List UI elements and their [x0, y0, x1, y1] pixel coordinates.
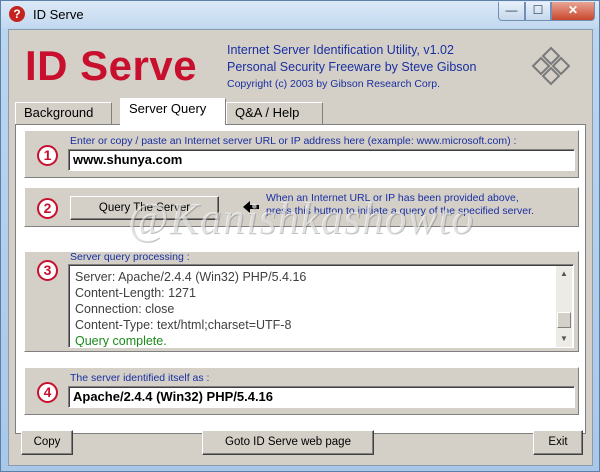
server-identity-field[interactable]: Apache/2.4.4 (Win32) PHP/5.4.16: [68, 386, 575, 408]
app-icon[interactable]: ?: [9, 6, 25, 22]
left-arrow-icon: [243, 201, 259, 213]
output-line: Server: Apache/2.4.4 (Win32) PHP/5.4.16: [75, 270, 307, 284]
url-input[interactable]: www.shunya.com: [68, 149, 575, 171]
title-bar[interactable]: ? ID Serve — ☐ ✕: [1, 1, 599, 28]
output-line: Content-Length: 1271: [75, 286, 196, 300]
tab-qa-help[interactable]: Q&A / Help: [226, 102, 323, 124]
exit-button[interactable]: Exit: [533, 430, 583, 455]
output-scrollbar[interactable]: ▲ ▼: [556, 266, 572, 347]
tab-strip: Background Server Query Q&A / Help: [9, 98, 592, 125]
maximize-button[interactable]: ☐: [525, 2, 551, 21]
server-query-panel: 1 Enter or copy / paste an Internet serv…: [15, 124, 586, 434]
minimize-button[interactable]: —: [498, 2, 525, 21]
grc-logo-icon: [531, 46, 571, 86]
client-area: ID Serve Internet Server Identification …: [8, 29, 593, 466]
step3-number: 3: [37, 260, 58, 281]
step1-label: Enter or copy / paste an Internet server…: [70, 135, 517, 147]
query-hint: When an Internet URL or IP has been prov…: [266, 192, 534, 218]
step4-number: 4: [37, 382, 58, 403]
step3-section: 3 Server query processing : Server: Apac…: [24, 251, 579, 352]
step1-number: 1: [37, 145, 58, 166]
query-server-button[interactable]: Query The Server: [70, 196, 219, 220]
scroll-thumb[interactable]: [557, 312, 571, 328]
query-status: Query complete.: [75, 334, 167, 348]
step1-section: 1 Enter or copy / paste an Internet serv…: [24, 130, 579, 178]
query-output-textarea[interactable]: Server: Apache/2.4.4 (Win32) PHP/5.4.16 …: [68, 264, 574, 348]
tab-server-query[interactable]: Server Query: [120, 98, 226, 125]
step3-label: Server query processing :: [70, 251, 190, 263]
query-hint-line2: press this button to initiate a query of…: [266, 205, 534, 217]
step2-section: 2 Query The Server When an Internet URL …: [24, 187, 579, 227]
goto-web-page-button[interactable]: Goto ID Serve web page: [202, 430, 374, 455]
header-subtitle: Internet Server Identification Utility, …: [227, 43, 454, 57]
header-author: Personal Security Freeware by Steve Gibs…: [227, 60, 477, 74]
copy-button[interactable]: Copy: [21, 430, 73, 455]
close-button[interactable]: ✕: [551, 2, 595, 21]
output-line: Content-Type: text/html;charset=UTF-8: [75, 318, 292, 332]
step2-number: 2: [37, 198, 58, 219]
window-title: ID Serve: [33, 7, 84, 22]
step4-section: 4 The server identified itself as : Apac…: [24, 367, 579, 415]
query-hint-line1: When an Internet URL or IP has been prov…: [266, 192, 519, 204]
header-copyright: Copyright (c) 2003 by Gibson Research Co…: [227, 78, 441, 90]
scroll-down-icon[interactable]: ▼: [556, 331, 572, 347]
app-header: ID Serve Internet Server Identification …: [9, 30, 592, 98]
app-window: ? ID Serve — ☐ ✕ ID Serve Internet Serve…: [0, 0, 600, 472]
step4-label: The server identified itself as :: [70, 372, 210, 384]
app-logo: ID Serve: [25, 42, 198, 89]
scroll-up-icon[interactable]: ▲: [556, 266, 572, 282]
output-line: Connection: close: [75, 302, 175, 316]
tab-background[interactable]: Background: [15, 102, 112, 124]
